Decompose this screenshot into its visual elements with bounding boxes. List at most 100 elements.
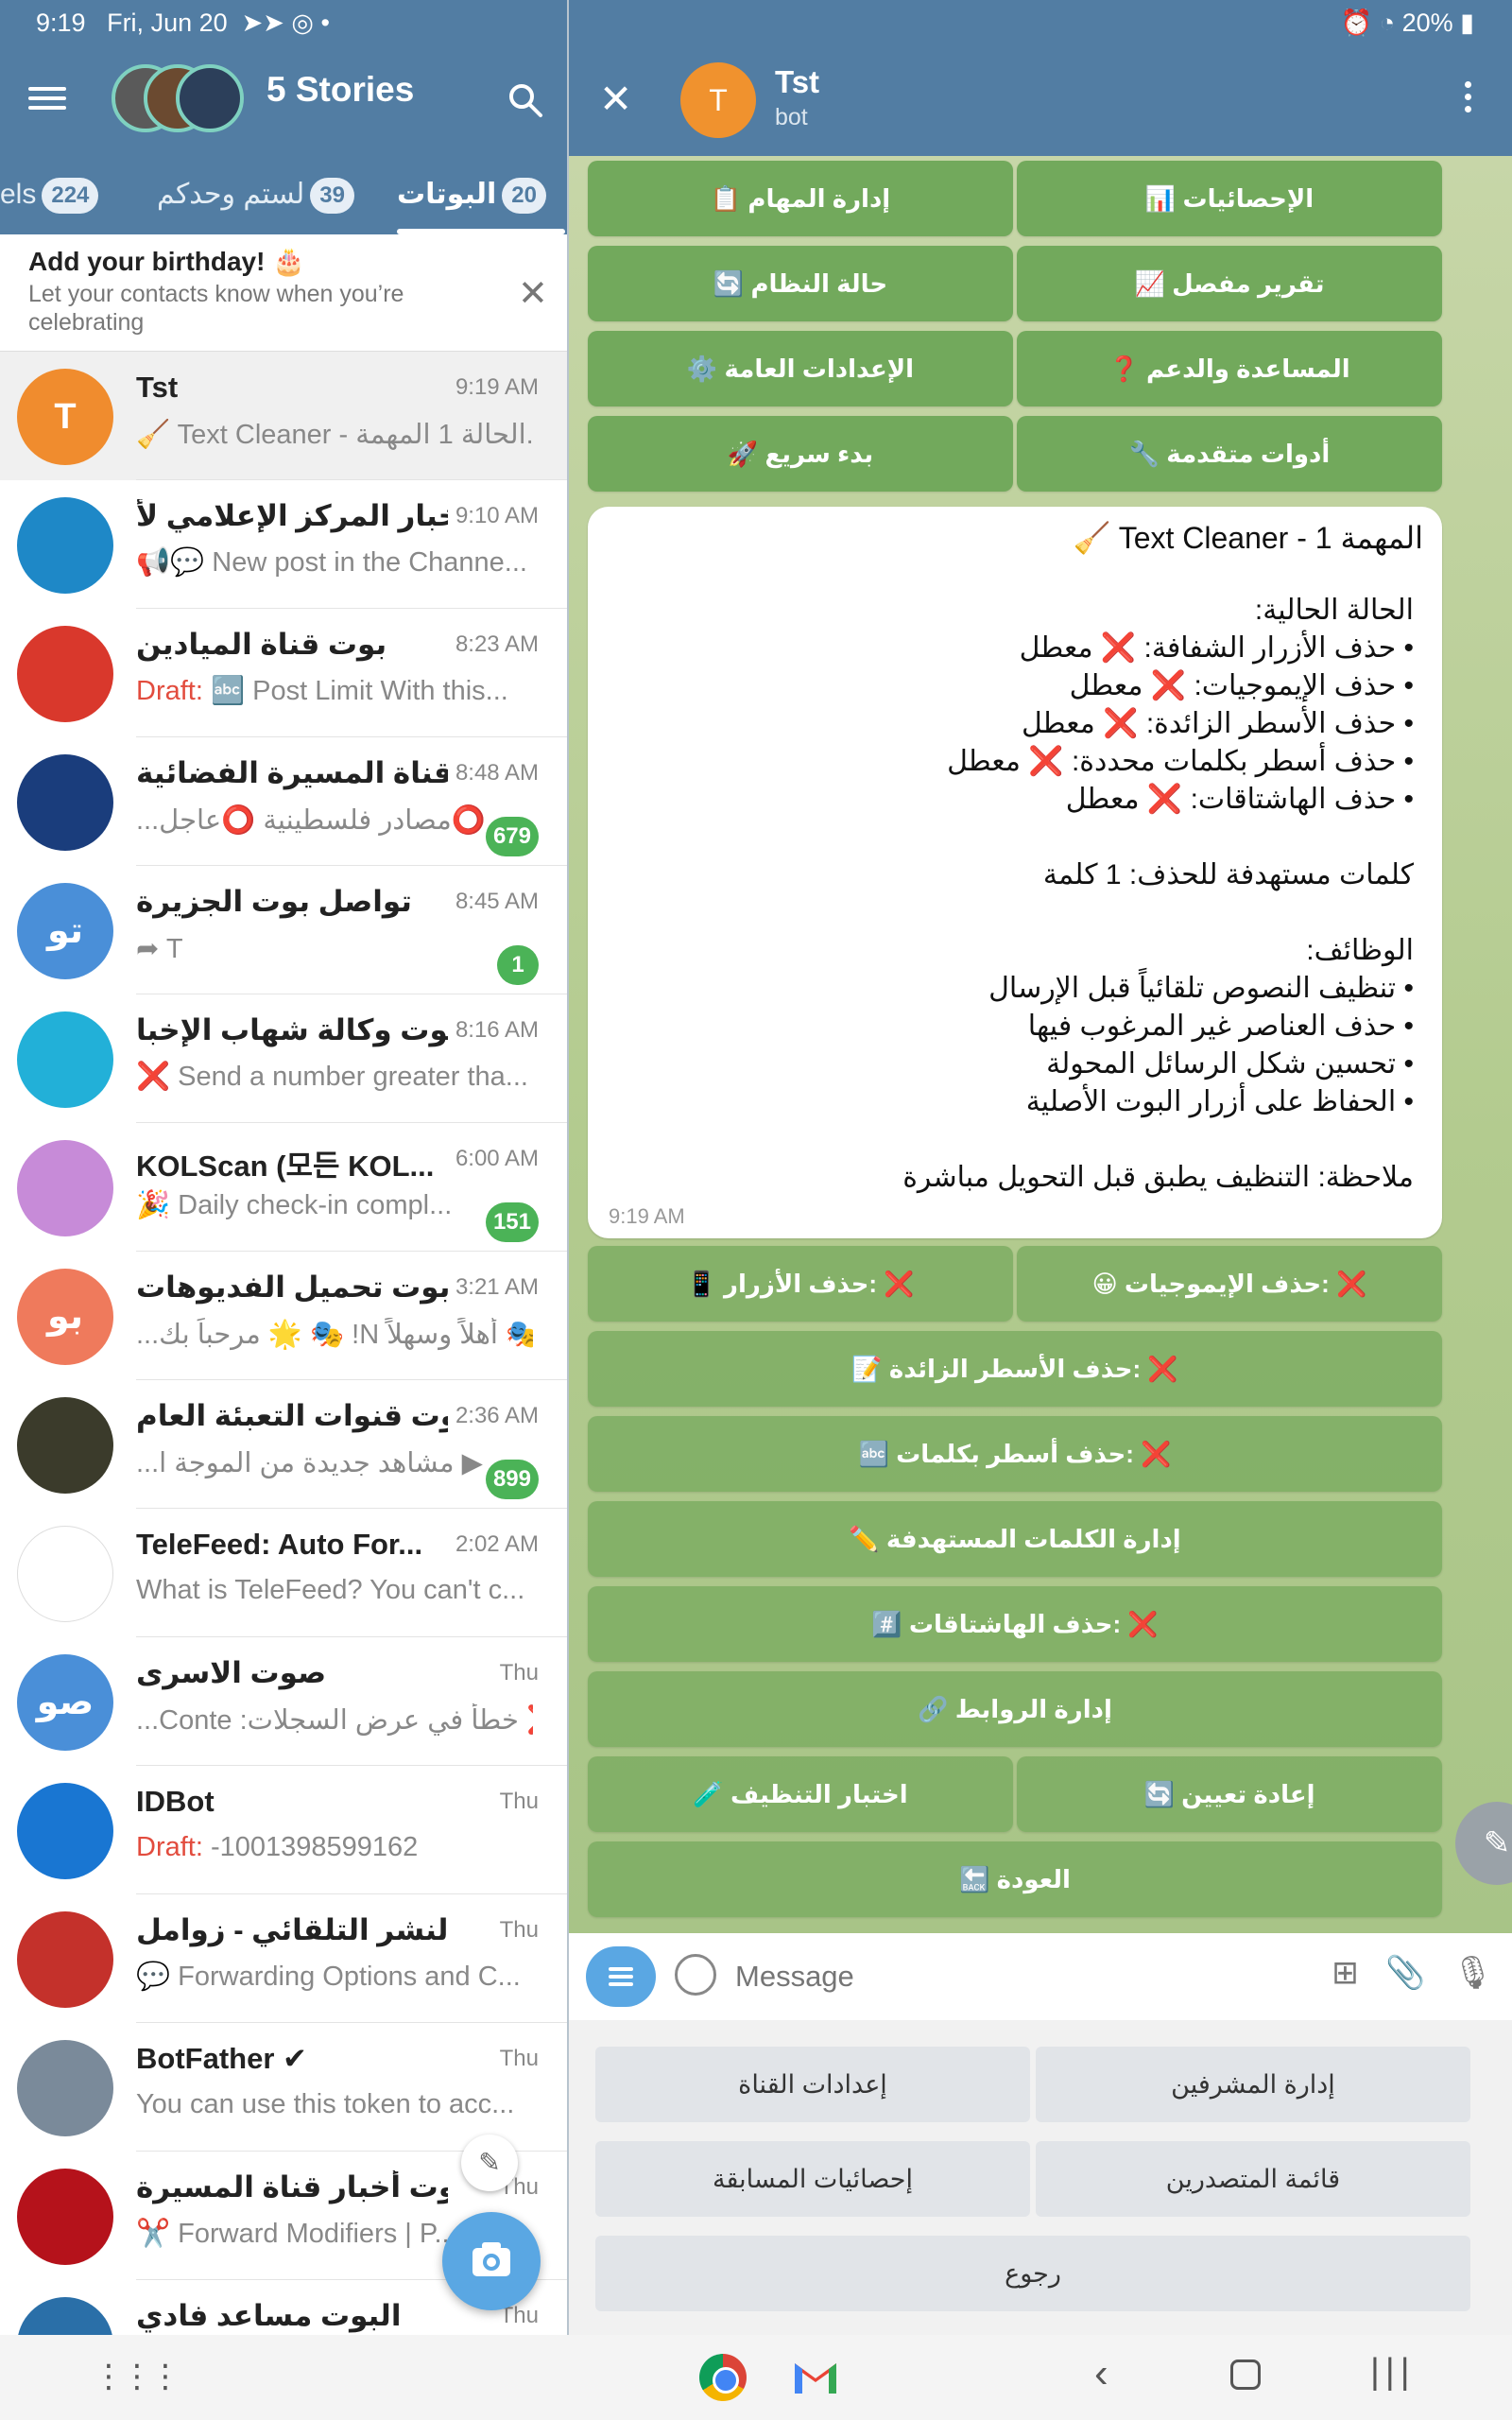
avatar	[17, 1140, 113, 1236]
keyboard-button[interactable]: ⚙️ الإعدادات العامة	[588, 331, 1013, 406]
chat-name: Tst	[136, 371, 179, 404]
reply-button[interactable]: إحصائيات المسابقة	[595, 2141, 1030, 2217]
avatar: بو	[17, 1269, 113, 1365]
inline-button[interactable]: #️⃣ حذف الهاشتاقات: ❌	[588, 1586, 1442, 1662]
chat-preview: ...مرحباً بك 🌟 🎭 !N أهلاً وسهلاً 🎭	[136, 1318, 533, 1351]
recents-icon[interactable]: |||	[1370, 2352, 1416, 2393]
chat-name: BotFather ✔	[136, 2042, 307, 2075]
chat-time: Thu	[499, 1660, 539, 1685]
birthday-text: Let your contacts know when you’re celeb…	[28, 281, 404, 336]
birthday-banner[interactable]: Add your birthday! 🎂 Let your contacts k…	[0, 234, 567, 352]
chat-name: صوت الاسرى	[136, 1656, 327, 1689]
message-bubble: 🧹 Text Cleaner - 1 المهمة الحالة الحالية…	[588, 507, 1442, 1238]
emoji-icon[interactable]	[675, 1954, 716, 1996]
conversation-title[interactable]: Tst	[775, 64, 819, 100]
inline-button[interactable]: 📱 حذف الأزرار: ❌	[588, 1246, 1013, 1322]
chat-preview: Draft: -1001398599162	[136, 1832, 533, 1863]
chat-row[interactable]: تو تواصل بوت الجزيرة 8:45 AM ➦ T 1	[0, 866, 567, 994]
chat-name: بوت قنوات التعبئة العام...	[136, 1399, 448, 1432]
conversation-pane: ⏰ ◔ 20% ▮ ✕ T Tst bot 📊 الإحصائيات 📋 إدار…	[569, 0, 1512, 2335]
avatar	[17, 626, 113, 722]
message-input[interactable]	[735, 1948, 1151, 2005]
keyboard-button[interactable]: 🚀 بدء سريع	[588, 416, 1013, 492]
avatar	[17, 1911, 113, 2008]
chat-time: 6:00 AM	[455, 1146, 539, 1171]
keyboard-button[interactable]: 📊 الإحصائيات	[1017, 161, 1442, 236]
wifi-icon: ◔	[1379, 9, 1396, 37]
inline-button[interactable]: 😀 حذف الإيموجيات: ❌	[1017, 1246, 1442, 1322]
chat-row[interactable]: T Tst 9:19 AM 🧹 Text Cleaner - الحالة 1 الم…	[0, 352, 567, 480]
keyboard-button[interactable]: 📈 تقرير مفصل	[1017, 246, 1442, 321]
keyboard-button[interactable]: 📋 إدارة المهام	[588, 161, 1013, 236]
microphone-icon[interactable]: 🎙	[1452, 1955, 1493, 1991]
chat-name: TeleFeed: Auto For...	[136, 1528, 423, 1561]
avatar[interactable]: T	[680, 62, 756, 138]
stories-avatars[interactable]	[112, 64, 246, 136]
chat-row[interactable]: TeleFeed: Auto For... 2:02 AM What is Tele…	[0, 1509, 567, 1637]
chat-row[interactable]: KOLScan (모든 KOL... 6:00 AM 🎉 Daily check-i…	[0, 1123, 567, 1252]
apps-grid-icon[interactable]: ⋮⋮⋮	[93, 2358, 181, 2395]
reply-button[interactable]: رجوع	[595, 2236, 1470, 2311]
chat-row[interactable]: بوت وكالة شهاب الإخبا... 8:16 AM ❌ Send a …	[0, 994, 567, 1123]
keyboard-button[interactable]: ❓ المساعدة والدعم	[1017, 331, 1442, 406]
inline-button[interactable]: 🧪 اختبار التنظيف	[588, 1756, 1013, 1832]
chat-time: 3:21 AM	[455, 1274, 539, 1300]
chat-name: بوت وكالة شهاب الإخبا...	[136, 1013, 448, 1046]
home-icon[interactable]	[1230, 2360, 1261, 2390]
attach-icon[interactable]: 📎	[1385, 1955, 1425, 1991]
menu-icon[interactable]	[28, 81, 66, 119]
inline-button[interactable]: 🔄 إعادة تعيين	[1017, 1756, 1442, 1832]
close-icon[interactable]: ✕	[518, 272, 548, 315]
more-icon[interactable]	[1465, 81, 1474, 118]
tab-label: لستم وحدكم	[157, 179, 305, 210]
status-time: 9:19	[36, 9, 86, 37]
camera-button[interactable]	[442, 2212, 541, 2310]
inline-button[interactable]: ✏️ إدارة الكلمات المستهدفة	[588, 1501, 1442, 1577]
chat-row[interactable]: BotFather ✔ Thu You can use this token to …	[0, 2023, 567, 2152]
chat-name: KOLScan (모든 KOL...	[136, 1150, 435, 1183]
tab-bots[interactable]: البوتات 20	[397, 168, 546, 221]
preview-text: ...مرحباً بك 🌟 🎭 !N أهلاً وسهلاً 🎭	[136, 1320, 533, 1350]
chat-row[interactable]: صو صوت الاسرى Thu ...Conte :خطأ في عرض السج…	[0, 1637, 567, 1766]
tab-not-alone[interactable]: لستم وحدكم 39	[157, 168, 354, 221]
chat-row[interactable]: أخبار المركز الإعلامي لأ... 9:10 AM 📢💬 New…	[0, 480, 567, 609]
chat-time: Thu	[499, 1789, 539, 1814]
preview-text: You can use this token to acc...	[136, 2089, 515, 2119]
message-time: 9:19 AM	[609, 1204, 685, 1228]
gmail-icon[interactable]	[792, 2356, 839, 2397]
close-icon[interactable]: ✕	[599, 76, 632, 122]
chat-row[interactable]: قناة المسيرة الفضائية 8:48 AM ...مصادر فلس…	[0, 737, 567, 866]
tab-count: 20	[502, 178, 546, 215]
tab-channels[interactable]: els 224	[0, 168, 99, 221]
inline-button[interactable]: 🔙 العودة	[588, 1841, 1442, 1917]
avatar: تو	[17, 883, 113, 979]
keyboard-button[interactable]: 🔄 حالة النظام	[588, 246, 1013, 321]
stories-title[interactable]: 5 Stories	[266, 70, 414, 110]
reply-button[interactable]: إدارة المشرفين	[1036, 2047, 1470, 2122]
back-icon[interactable]: ‹	[1094, 2350, 1108, 2397]
inline-button[interactable]: 🔗 إدارة الروابط	[588, 1671, 1442, 1747]
keyboard-button[interactable]: 🔧 أدوات متقدمة	[1017, 416, 1442, 492]
status-time-date: 9:19 Fri, Jun 20 ➤➤ ◎ •	[36, 9, 330, 37]
search-icon[interactable]	[507, 81, 544, 119]
avatar: صو	[17, 1654, 113, 1751]
preview-text: 🧹 Text Cleaner - الحالة 1 المهمة...	[136, 420, 533, 450]
chat-name: بوت أخبار قناة المسيرة	[136, 2170, 448, 2204]
keyboard-icon[interactable]: ⊞	[1332, 1955, 1359, 1991]
pencil-icon[interactable]: ✎	[461, 2135, 518, 2191]
reply-button[interactable]: إعدادات القناة	[595, 2047, 1030, 2122]
chat-row[interactable]: IDBot Thu Draft: -1001398599162	[0, 1766, 567, 1894]
chrome-icon[interactable]	[699, 2354, 747, 2401]
chat-time: 9:10 AM	[455, 503, 539, 528]
chat-time: 2:36 AM	[455, 1403, 539, 1428]
inline-button[interactable]: 📝 حذف الأسطر الزائدة: ❌	[588, 1331, 1442, 1407]
chat-preview: ...مصادر فلسطينية ⭕عاجل⭕	[136, 804, 533, 837]
chat-row[interactable]: بو بوت تحميل الفديوهات... 3:21 AM ...مرحباً…	[0, 1252, 567, 1380]
chat-row[interactable]: بوت قناة الميادين 8:23 AM Draft: 🔤 Post Li…	[0, 609, 567, 737]
chat-preview: ❌ Send a number greater tha...	[136, 1061, 533, 1093]
chat-row[interactable]: بوت قنوات التعبئة العام... 2:36 AM ...مشاه…	[0, 1380, 567, 1509]
inline-button[interactable]: 🔤 حذف أسطر بكلمات: ❌	[588, 1416, 1442, 1492]
reply-button[interactable]: قائمة المتصدرين	[1036, 2141, 1470, 2217]
chat-row[interactable]: النشر التلقائي - زوامل Thu 💬 Forwarding Op…	[0, 1894, 567, 2023]
bot-menu-button[interactable]	[586, 1946, 656, 2007]
